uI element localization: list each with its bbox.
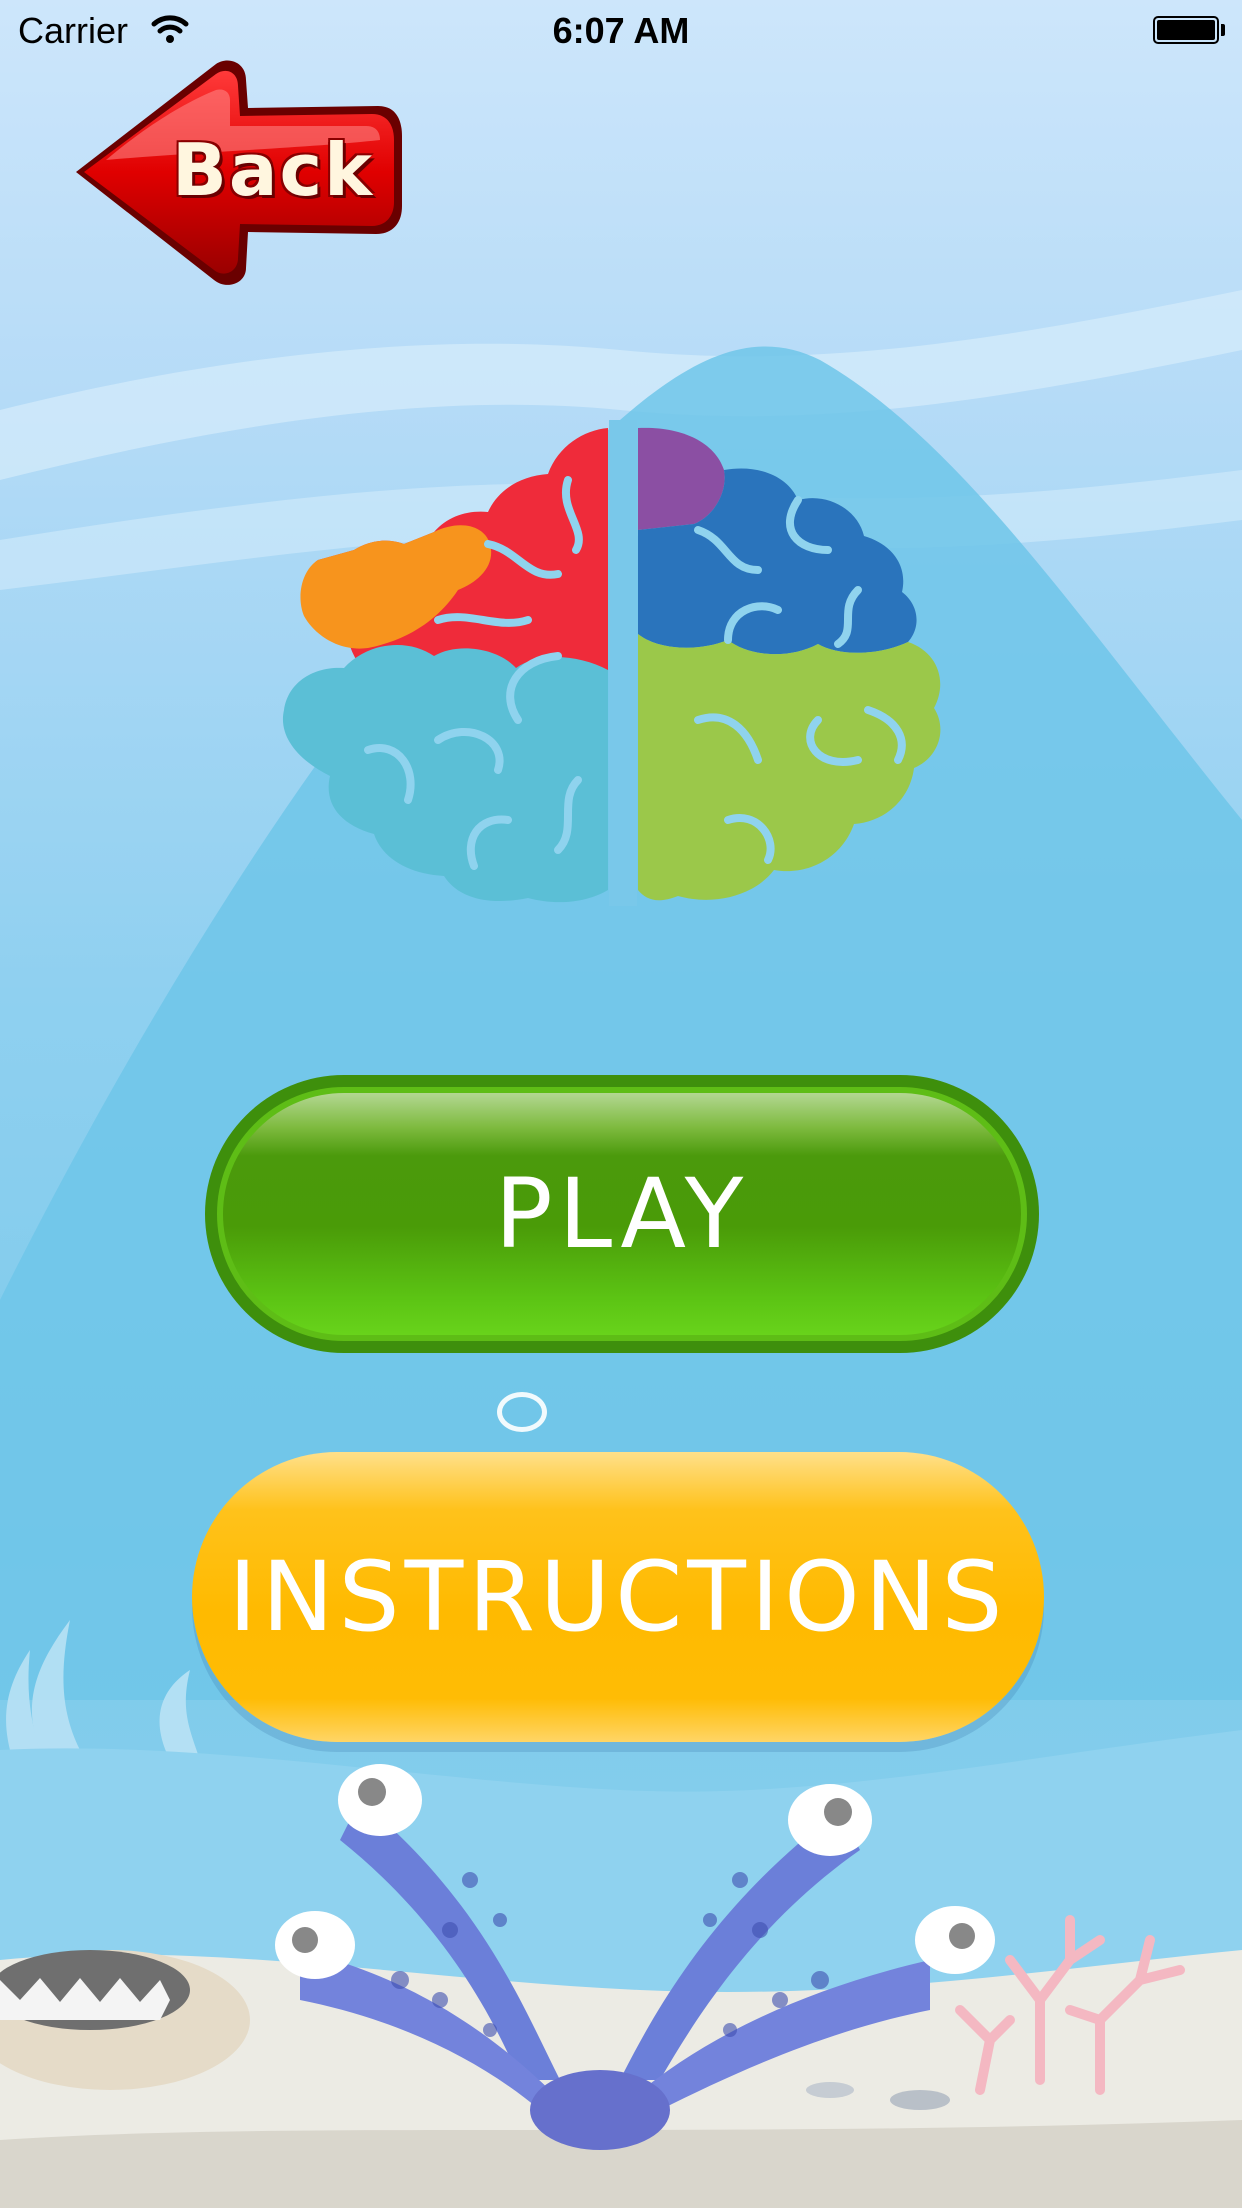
back-button[interactable]: Back <box>66 56 404 290</box>
brain-icon <box>282 420 941 906</box>
clock: 6:07 AM <box>552 10 690 51</box>
play-label: PLAY <box>494 1158 750 1270</box>
seabed-decoration <box>0 1620 1242 2208</box>
back-label: Back <box>171 128 375 212</box>
battery-icon <box>1153 16 1219 44</box>
battery-tip <box>1221 24 1225 36</box>
bubble-icon <box>497 1392 547 1432</box>
play-button-face: PLAY <box>217 1087 1027 1341</box>
play-button[interactable]: PLAY <box>205 1075 1039 1353</box>
status-bar: Carrier 6:07 AM <box>0 0 1242 64</box>
seaweed-icon <box>6 1620 200 1760</box>
